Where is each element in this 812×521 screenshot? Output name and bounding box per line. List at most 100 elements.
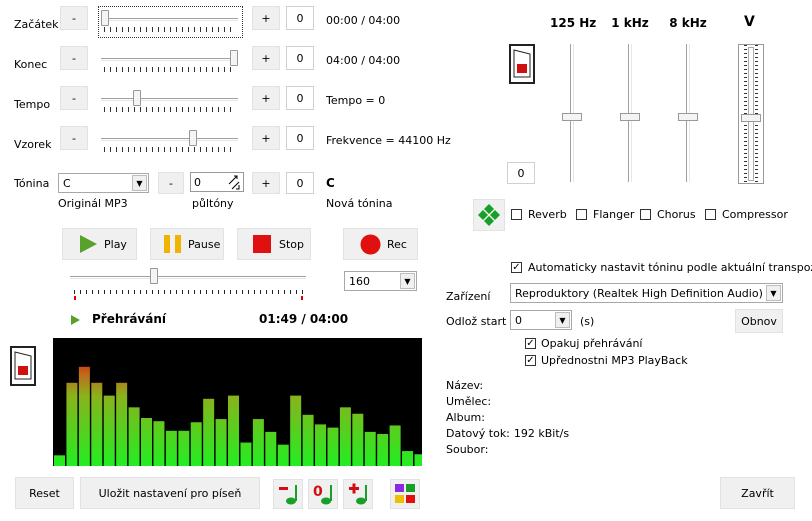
row-plus-button[interactable]: + xyxy=(252,6,280,30)
play-button[interactable]: Play xyxy=(62,228,137,260)
eq-band-label: 1 kHz xyxy=(611,16,649,30)
repeat-checkbox[interactable]: ✓ xyxy=(525,338,536,349)
save-song-settings-button[interactable]: Uložit nastavení pro píseň xyxy=(80,477,260,509)
row-label: Tempo xyxy=(14,98,51,111)
info-label: Album: xyxy=(446,411,485,424)
eq-band-thumb[interactable] xyxy=(562,113,582,121)
spectrum-bar xyxy=(228,395,240,466)
spectrum-bar xyxy=(352,413,364,466)
prefer-mp3-label: Upřednostni MP3 PlayBack xyxy=(541,354,688,367)
svg-text:0: 0 xyxy=(313,484,323,500)
row-label: Vzorek xyxy=(14,138,52,151)
auto-key-checkbox[interactable]: ✓ xyxy=(511,262,522,273)
volume-thumb[interactable] xyxy=(741,114,761,122)
rec-button[interactable]: Rec xyxy=(343,228,418,260)
chevron-down-icon[interactable]: ▼ xyxy=(766,285,781,301)
note-plus-icon xyxy=(349,483,367,505)
row-info: Tempo = 0 xyxy=(326,94,386,107)
row-value: 0 xyxy=(286,86,314,110)
eq-band-label: 125 Hz xyxy=(550,16,597,30)
original-mp3-label: Originál MP3 xyxy=(58,197,128,210)
row-minus-button[interactable]: - xyxy=(60,46,88,70)
chevron-down-icon[interactable]: ▼ xyxy=(555,312,570,328)
row-slider-ticks xyxy=(104,67,236,72)
spectrum-bar xyxy=(178,430,190,466)
chevron-down-icon[interactable]: ▼ xyxy=(132,175,147,191)
info-label: Umělec: xyxy=(446,395,492,408)
stop-button[interactable]: Stop xyxy=(237,228,311,260)
spectrum-bar xyxy=(252,419,264,466)
position-ticks xyxy=(74,290,304,294)
key-label: Tónina xyxy=(14,177,50,190)
new-key-value: C xyxy=(326,176,335,190)
row-plus-button[interactable]: + xyxy=(252,126,280,150)
transpose-up-button[interactable]: + xyxy=(343,479,373,509)
row-slider-thumb[interactable] xyxy=(230,50,238,66)
semitones-label: půltóny xyxy=(192,197,234,210)
eq-band-thumb[interactable] xyxy=(620,113,640,121)
chevron-down-icon[interactable]: ▼ xyxy=(400,273,415,289)
row-slider-thumb[interactable] xyxy=(133,90,142,106)
info-row: Umělec: xyxy=(446,395,495,408)
row-slider-track[interactable] xyxy=(101,18,238,21)
row-value: 0 xyxy=(286,46,314,70)
focus-rect xyxy=(98,6,243,38)
effects-button[interactable] xyxy=(473,199,505,231)
row-slider-thumb[interactable] xyxy=(188,130,197,146)
info-label: Název: xyxy=(446,379,484,392)
spectrum-bar xyxy=(91,382,103,466)
pause-button[interactable]: Pause xyxy=(150,228,224,260)
info-label: Soubor: xyxy=(446,443,489,456)
position-thumb[interactable] xyxy=(149,268,158,284)
spectrum-bar xyxy=(290,395,302,466)
reset-button[interactable]: Reset xyxy=(15,477,74,509)
key-minus-button[interactable]: - xyxy=(158,172,184,194)
effect-checkbox[interactable] xyxy=(576,209,587,220)
color-grid-icon xyxy=(395,484,415,503)
row-slider-track[interactable] xyxy=(101,98,238,101)
eq-band-thumb[interactable] xyxy=(678,113,698,121)
spectrum-bar xyxy=(240,442,252,466)
delay-select[interactable]: 0 ▼ xyxy=(510,310,572,330)
pause-icon xyxy=(164,235,181,253)
info-row: Album: xyxy=(446,411,489,424)
spectrum-bar xyxy=(327,427,339,466)
row-minus-button[interactable]: - xyxy=(60,126,88,150)
transpose-reset-button[interactable]: 0 xyxy=(308,479,338,509)
row-slider-track[interactable] xyxy=(101,58,238,61)
speed-select[interactable]: 160 ▼ xyxy=(344,271,417,291)
transpose-down-button[interactable]: - xyxy=(273,479,303,509)
spin-arrows-icon[interactable] xyxy=(227,175,241,190)
row-slider-ticks xyxy=(104,107,236,112)
row-slider-thumb[interactable] xyxy=(101,10,109,26)
row-plus-button[interactable]: + xyxy=(252,86,280,110)
row-info: Frekvence = 44100 Hz xyxy=(326,134,451,147)
prefer-mp3-checkbox[interactable]: ✓ xyxy=(525,355,536,366)
effect-checkbox[interactable] xyxy=(705,209,716,220)
eq-switch-icon[interactable] xyxy=(509,44,535,84)
spectrum-bar xyxy=(364,431,376,466)
spectrum-bar xyxy=(190,422,202,466)
color-theme-button[interactable] xyxy=(390,479,420,509)
close-button[interactable]: Zavřít xyxy=(720,477,795,509)
device-select[interactable]: Reproduktory (Realtek High Definition Au… xyxy=(510,283,783,303)
row-slider-track[interactable] xyxy=(101,138,238,141)
effect-checkbox[interactable] xyxy=(640,209,651,220)
spectrum-analyzer xyxy=(53,338,422,466)
row-plus-button[interactable]: + xyxy=(252,46,280,70)
row-minus-button[interactable]: - xyxy=(60,86,88,110)
effect-checkbox[interactable] xyxy=(511,209,522,220)
row-minus-button[interactable]: - xyxy=(60,6,88,30)
eq-band-label: 8 kHz xyxy=(669,16,707,30)
key-plus-button[interactable]: + xyxy=(252,172,280,194)
row-value: 0 xyxy=(286,6,314,30)
refresh-button[interactable]: Obnov xyxy=(735,309,783,333)
key-select[interactable]: C ▼ xyxy=(58,173,149,193)
panel-switch-icon[interactable] xyxy=(10,346,36,386)
semitone-spinner[interactable]: 0 xyxy=(190,172,244,192)
eq-value: 0 xyxy=(507,162,535,184)
spectrum-bar xyxy=(377,434,389,466)
spectrum-bar xyxy=(302,414,314,466)
spectrum-bar xyxy=(141,418,153,466)
volume-slider[interactable] xyxy=(738,44,764,184)
